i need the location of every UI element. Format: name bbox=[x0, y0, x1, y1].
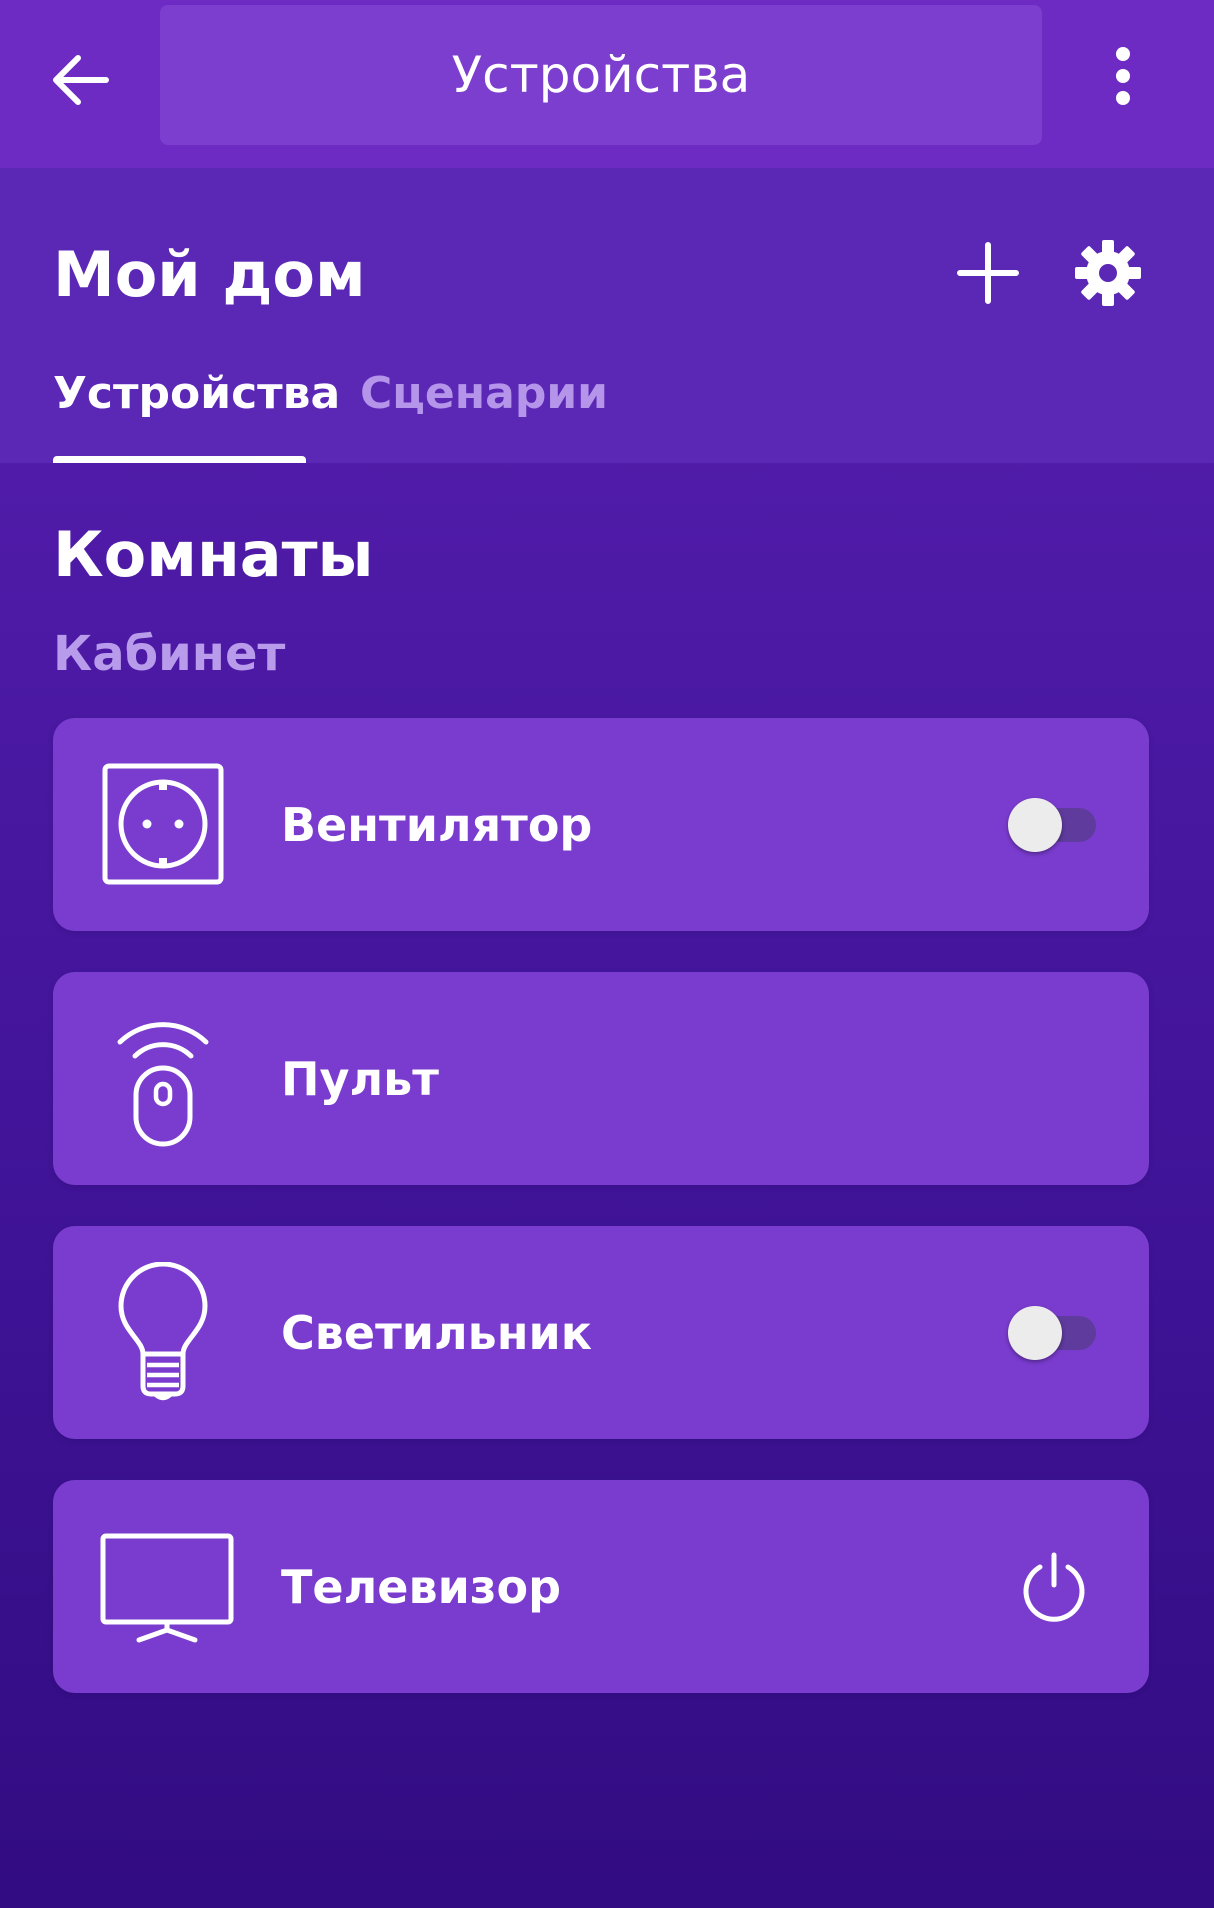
more-vertical-icon bbox=[1116, 47, 1130, 105]
page-title: Устройства bbox=[451, 46, 751, 104]
device-card-remote[interactable]: Пульт bbox=[53, 972, 1149, 1185]
device-name: Пульт bbox=[281, 1051, 439, 1106]
active-tab-indicator bbox=[53, 456, 306, 463]
device-name: Телевизор bbox=[281, 1559, 562, 1614]
home-header: Мой дом Устройства Сценарии bbox=[0, 168, 1214, 463]
settings-button[interactable] bbox=[1068, 233, 1148, 313]
power-icon bbox=[1023, 1552, 1085, 1622]
app-bar: Устройства bbox=[0, 0, 1214, 168]
device-card-ventilator[interactable]: Вентилятор bbox=[53, 718, 1149, 931]
tv-icon bbox=[97, 1516, 237, 1656]
device-name: Светильник bbox=[281, 1305, 592, 1360]
power-button[interactable] bbox=[1009, 1542, 1099, 1632]
rooms-title: Комнаты bbox=[53, 518, 374, 591]
more-menu-button[interactable] bbox=[1075, 26, 1171, 126]
remote-icon bbox=[93, 1008, 233, 1148]
room-name: Кабинет bbox=[53, 626, 286, 682]
arrow-left-icon bbox=[53, 55, 109, 105]
toggle-knob bbox=[1008, 798, 1062, 852]
device-toggle[interactable] bbox=[1008, 798, 1100, 852]
gear-icon bbox=[1075, 240, 1141, 306]
back-button[interactable] bbox=[30, 30, 130, 130]
tab-devices[interactable]: Устройства bbox=[53, 368, 340, 419]
socket-icon bbox=[93, 754, 233, 894]
toggle-knob bbox=[1008, 1306, 1062, 1360]
bulb-icon bbox=[93, 1262, 233, 1402]
device-card-tv[interactable]: Телевизор bbox=[53, 1480, 1149, 1693]
home-title: Мой дом bbox=[53, 238, 366, 311]
device-name: Вентилятор bbox=[281, 797, 593, 852]
add-device-button[interactable] bbox=[948, 233, 1028, 313]
device-toggle[interactable] bbox=[1008, 1306, 1100, 1360]
plus-icon bbox=[957, 242, 1019, 304]
tab-scenarios[interactable]: Сценарии bbox=[360, 368, 608, 419]
device-card-lamp[interactable]: Светильник bbox=[53, 1226, 1149, 1439]
page-title-box[interactable]: Устройства bbox=[160, 5, 1042, 145]
